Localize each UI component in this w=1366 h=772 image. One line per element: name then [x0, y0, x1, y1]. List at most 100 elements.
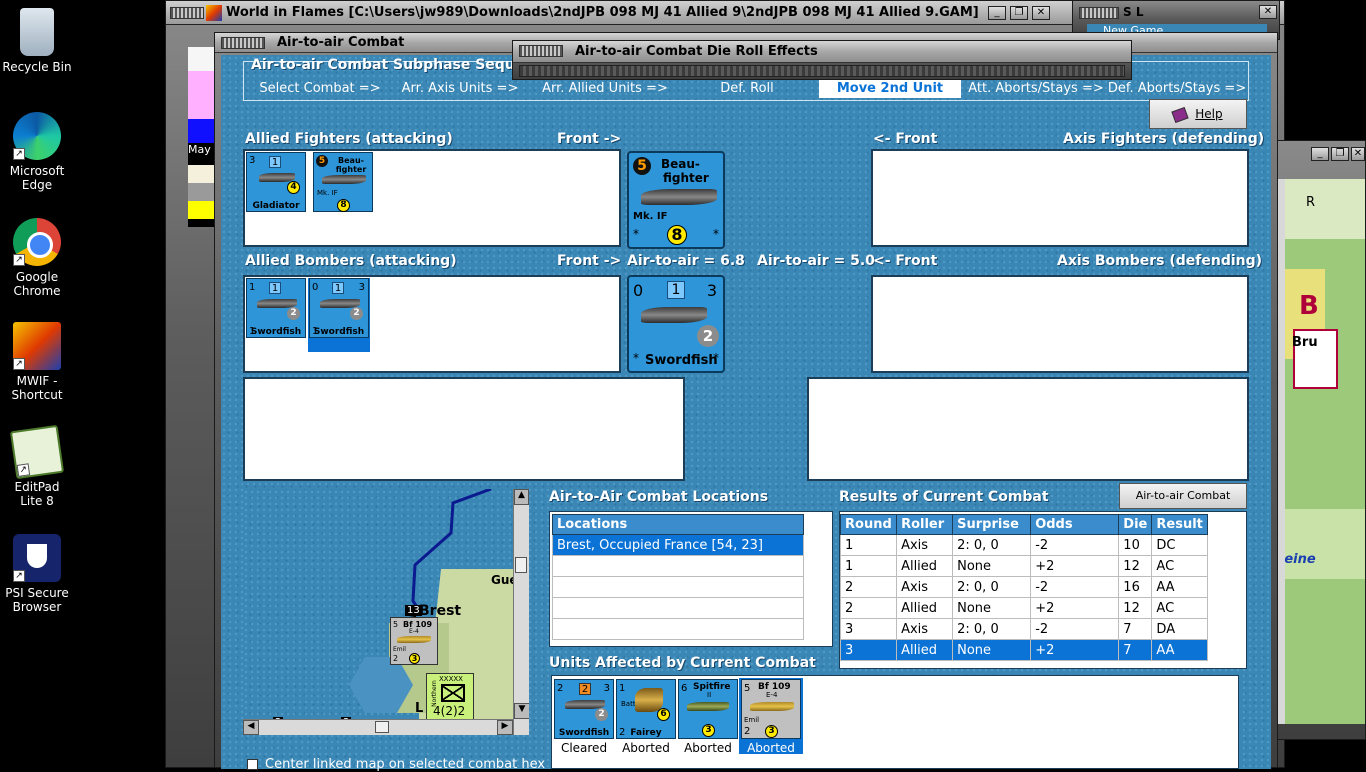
table-row[interactable]	[552, 618, 804, 640]
location-cell: Brest, Occupied France [54, 23]	[552, 534, 804, 556]
minimap-stack-count: 13	[405, 605, 422, 616]
counter-name: Swordfish	[250, 327, 302, 337]
counter-star: *	[713, 227, 719, 241]
unit-counter-beaufighter[interactable]: 5 Beau-fighter Mk. IF 8	[313, 152, 373, 212]
table-row[interactable]: 3 Axis 2: 0, 0 -2 7 DA	[839, 618, 1208, 640]
affected-unit-spitfire[interactable]: 6 Spitfire II 3	[678, 679, 738, 739]
counter-name: Swordfish	[313, 327, 365, 337]
minimize-button[interactable]: _	[1311, 147, 1329, 161]
affected-unit-swordfish[interactable]: 2 2 3 2 Swordfish	[554, 679, 614, 739]
minimap-unit-army[interactable]: XXXXX Northern 4(2)2	[426, 673, 474, 721]
table-row[interactable]: 1 Allied None +2 12 AC	[839, 555, 1208, 577]
restore-button[interactable]: ❐	[1331, 147, 1349, 161]
seq-move-2nd-unit[interactable]: Move 2nd Unit	[819, 79, 961, 98]
cell: -2	[1030, 618, 1120, 640]
table-row[interactable]	[552, 555, 804, 577]
col-round[interactable]: Round	[839, 514, 898, 535]
counter-sub: E-4	[409, 628, 419, 635]
checkbox-box[interactable]	[247, 759, 258, 770]
combat-window: Air-to-air Combat Air-to-air Combat Subp…	[214, 32, 1278, 772]
col-surprise[interactable]: Surprise	[952, 514, 1032, 535]
cell: 2: 0, 0	[952, 618, 1032, 640]
counter-model: Mk. IF	[317, 189, 338, 197]
seq-def-aborts-stays[interactable]: Def. Aborts/Stays =>	[1107, 79, 1247, 98]
close-button[interactable]: ✕	[1259, 5, 1277, 19]
col-die[interactable]: Die	[1118, 514, 1153, 535]
close-button[interactable]: ✕	[1351, 147, 1365, 161]
desktop-icon-editpad[interactable]: ↗ EditPad Lite 8	[2, 424, 72, 508]
active-fighter-counter[interactable]: 5 Beau- fighter Mk. IF 8 * *	[627, 151, 725, 249]
desktop-icon-mwif[interactable]: ↗ MWIF - Shortcut	[2, 322, 72, 402]
table-row[interactable]	[552, 576, 804, 598]
seq-arr-allied-units[interactable]: Arr. Allied Units =>	[535, 79, 675, 98]
seq-def-roll[interactable]: Def. Roll	[687, 79, 807, 98]
col-odds[interactable]: Odds	[1030, 514, 1120, 535]
affected-unit-fairey[interactable]: 1 Battle 6 2 Fairey	[616, 679, 676, 739]
linked-minimap[interactable]: Guer Brest 13 5 Bf 109 E-4 Emil 2 3 XXXX…	[243, 489, 529, 735]
army-strength: 4(2)2	[433, 704, 466, 718]
desktop-icon-psi[interactable]: ↗ PSI Secure Browser	[2, 534, 72, 614]
counter-factor: 2	[697, 325, 719, 347]
window-grip[interactable]	[170, 7, 204, 19]
minimap-unit-bf109[interactable]: 5 Bf 109 E-4 Emil 2 3	[390, 617, 438, 665]
restore-button[interactable]: ❐	[1010, 6, 1028, 20]
table-row[interactable]: 2 Axis 2: 0, 0 -2 16 AA	[839, 576, 1208, 598]
scroll-thumb[interactable]	[515, 557, 527, 573]
minimize-button[interactable]: _	[988, 6, 1006, 20]
counter-range: 1	[249, 282, 256, 293]
map-view[interactable]: R B Bru Seine	[1285, 179, 1365, 724]
col-roller[interactable]: Roller	[896, 514, 954, 535]
air-to-air-chart-button[interactable]: Air-to-air Combat Chart	[1119, 483, 1247, 526]
scroll-up-icon[interactable]: ▲	[514, 489, 529, 505]
desktop-icon-recycle-bin[interactable]: Recycle Bin	[2, 8, 72, 74]
cell: 1	[839, 534, 898, 556]
desktop-icon-label: EditPad Lite 8	[14, 480, 60, 508]
table-row[interactable]	[552, 597, 804, 619]
table-row[interactable]: 2 Allied None +2 12 AC	[839, 597, 1208, 619]
axis-bombers-box[interactable]	[871, 275, 1249, 373]
locations-table[interactable]: Locations Brest, Occupied France [54, 23…	[552, 514, 804, 640]
window-grip[interactable]	[519, 45, 563, 57]
close-button[interactable]: ✕	[1032, 6, 1050, 20]
seq-select-combat[interactable]: Select Combat =>	[255, 79, 385, 98]
cell: None	[952, 555, 1032, 577]
axis-fighters-box[interactable]	[871, 149, 1249, 247]
window-grip[interactable]	[221, 37, 265, 49]
results-table[interactable]: Round Roller Surprise Odds Die Result 1A…	[839, 514, 1208, 661]
minimap-hscroll[interactable]: ◀ ▶	[243, 719, 513, 735]
unit-counter-swordfish-2[interactable]: 0 1 3 2 1 Swordfish	[309, 278, 369, 338]
scroll-right-icon[interactable]: ▶	[497, 720, 513, 735]
table-row[interactable]: 1 Axis 2: 0, 0 -2 10 DC	[839, 534, 1208, 556]
window-grip[interactable]	[1079, 7, 1119, 19]
results-header-row: Round Roller Surprise Odds Die Result	[839, 514, 1208, 535]
cell: None	[952, 639, 1032, 661]
die-roll-effects-window: Air-to-air Combat Die Roll Effects	[512, 40, 1132, 80]
desktop-icon-edge[interactable]: ↗ Microsoft Edge	[2, 112, 72, 192]
seq-att-aborts-stays[interactable]: Att. Aborts/Stays =>	[967, 79, 1105, 98]
table-row[interactable]: Brest, Occupied France [54, 23]	[552, 534, 804, 556]
counter-box: 1	[332, 282, 344, 294]
app-icon	[206, 5, 222, 21]
die-roll-toolbar	[519, 65, 1125, 77]
unit-counter-gladiator[interactable]: 3 1 4 Gladiator	[246, 152, 306, 212]
front-arrow-left-1: <- Front	[873, 131, 938, 147]
scroll-left-icon[interactable]: ◀	[243, 720, 259, 735]
desktop-icon-chrome[interactable]: ↗ Google Chrome	[2, 218, 72, 298]
die-roll-titlebar[interactable]: Air-to-air Combat Die Roll Effects	[513, 41, 1131, 63]
counter-range: 0	[633, 281, 644, 300]
counter-bottom-left: 2	[393, 654, 399, 663]
cell: Allied	[896, 555, 954, 577]
help-button[interactable]: Help	[1149, 99, 1247, 129]
recycle-bin-icon	[20, 8, 54, 56]
counter-model: Emil	[393, 646, 406, 653]
seq-arr-axis-units[interactable]: Arr. Axis Units =>	[395, 79, 525, 98]
table-row[interactable]: 3 Allied None +2 7 AA	[839, 639, 1208, 661]
scroll-thumb[interactable]	[375, 721, 389, 733]
scroll-down-icon[interactable]: ▼	[514, 703, 529, 719]
affected-unit-bf109[interactable]: 5 Bf 109 E-4 Emil 2 3	[741, 679, 801, 739]
active-bomber-counter[interactable]: 0 1 3 2 Swordfish * *	[627, 275, 725, 373]
col-result[interactable]: Result	[1151, 514, 1208, 535]
cell: DC	[1151, 534, 1208, 556]
minimap-vscroll[interactable]: ▲ ▼	[513, 489, 529, 735]
unit-counter-swordfish-1[interactable]: 1 1 2 1 Swordfish	[246, 278, 306, 338]
